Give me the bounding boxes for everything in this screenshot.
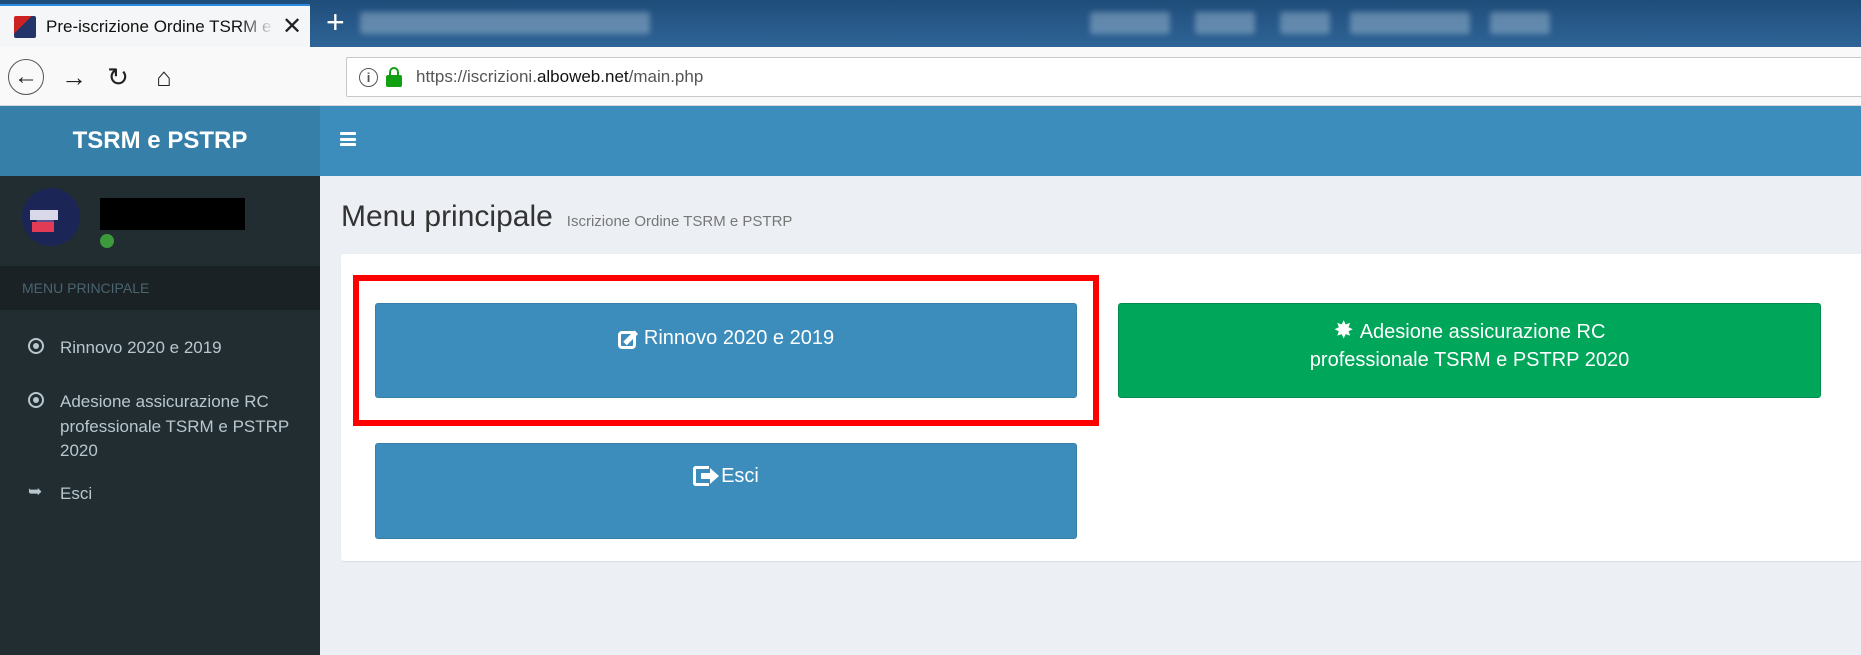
sidebar-item-esci[interactable]: ➥ Esci	[0, 482, 320, 507]
app-logo[interactable]: TSRM e PSTRP	[0, 106, 320, 176]
radio-circle-icon	[28, 390, 46, 464]
blurred-bookmark	[1280, 12, 1330, 34]
tab-title: Pre-iscrizione Ordine TSRM e PSTRP	[46, 16, 274, 36]
radio-circle-icon	[28, 336, 46, 361]
new-tab-button[interactable]: +	[326, 6, 345, 38]
user-panel	[0, 176, 320, 266]
blurred-bookmark	[1350, 12, 1470, 34]
sidebar-item-label: Esci	[60, 484, 93, 503]
info-icon[interactable]: i	[359, 67, 378, 87]
lock-icon	[386, 67, 402, 87]
url-bar[interactable]: i https://iscrizioni.alboweb.net/main.ph…	[346, 57, 1861, 97]
blurred-bookmark	[1490, 12, 1550, 34]
app-header	[320, 106, 1861, 176]
certificate-icon: ✸	[1333, 317, 1354, 344]
hamburger-menu-icon[interactable]	[340, 132, 356, 146]
reload-button[interactable]: ↻	[100, 59, 136, 95]
browser-nav-bar: ← → ↻ ⌂ i https://iscrizioni.alboweb.net…	[0, 47, 1861, 106]
avatar	[22, 188, 80, 246]
content-header: Menu principale Iscrizione Ordine TSRM e…	[341, 200, 792, 234]
sidebar-menu-header: MENU PRINCIPALE	[0, 266, 320, 310]
redacted-username	[100, 198, 245, 230]
browser-tab-bar: Pre-iscrizione Ordine TSRM e PSTRP ✕ +	[0, 0, 1861, 47]
page-title: Menu principale	[341, 200, 553, 233]
url-text: https://iscrizioni.alboweb.net/main.php	[416, 67, 704, 86]
blurred-bookmark	[1195, 12, 1255, 34]
esci-button[interactable]: Esci	[375, 443, 1077, 539]
tab-close-icon[interactable]: ✕	[282, 14, 302, 39]
sidebar: MENU PRINCIPALE Rinnovo 2020 e 2019 Ades…	[0, 176, 320, 655]
blurred-bookmark	[360, 12, 650, 34]
red-highlight-annotation	[353, 275, 1099, 426]
sidebar-item-label: Adesione assicurazione RC professionale …	[60, 392, 289, 461]
browser-tab[interactable]: Pre-iscrizione Ordine TSRM e PSTRP ✕	[0, 4, 310, 47]
sign-out-icon	[693, 466, 720, 488]
blurred-bookmark	[1090, 12, 1170, 34]
sidebar-item-rinnovo[interactable]: Rinnovo 2020 e 2019	[0, 336, 320, 361]
online-status-icon	[100, 234, 114, 248]
back-button[interactable]: ←	[8, 59, 44, 95]
assicurazione-button[interactable]: ✸ Adesione assicurazione RC professional…	[1118, 303, 1821, 398]
favicon-icon	[14, 15, 36, 38]
sign-out-icon: ➥	[28, 482, 43, 501]
sidebar-item-assicurazione[interactable]: Adesione assicurazione RC professionale …	[0, 390, 300, 464]
home-button[interactable]: ⌂	[146, 59, 182, 95]
sidebar-item-label: Rinnovo 2020 e 2019	[60, 338, 222, 357]
page-subtitle: Iscrizione Ordine TSRM e PSTRP	[566, 213, 793, 230]
forward-button[interactable]: →	[56, 59, 92, 95]
